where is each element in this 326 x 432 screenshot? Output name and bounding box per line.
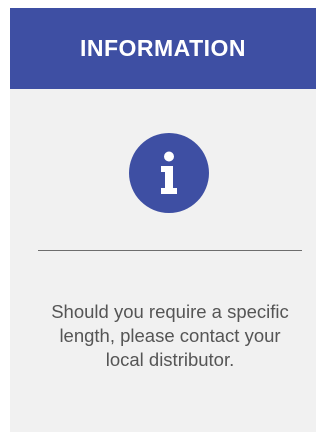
divider xyxy=(38,250,302,251)
information-card: INFORMATION Should you require a specifi… xyxy=(10,8,316,432)
card-title: INFORMATION xyxy=(79,35,247,61)
info-icon xyxy=(129,133,209,213)
card-header: INFORMATION xyxy=(10,8,316,89)
info-message: Should you require a specific length, pl… xyxy=(51,301,289,370)
